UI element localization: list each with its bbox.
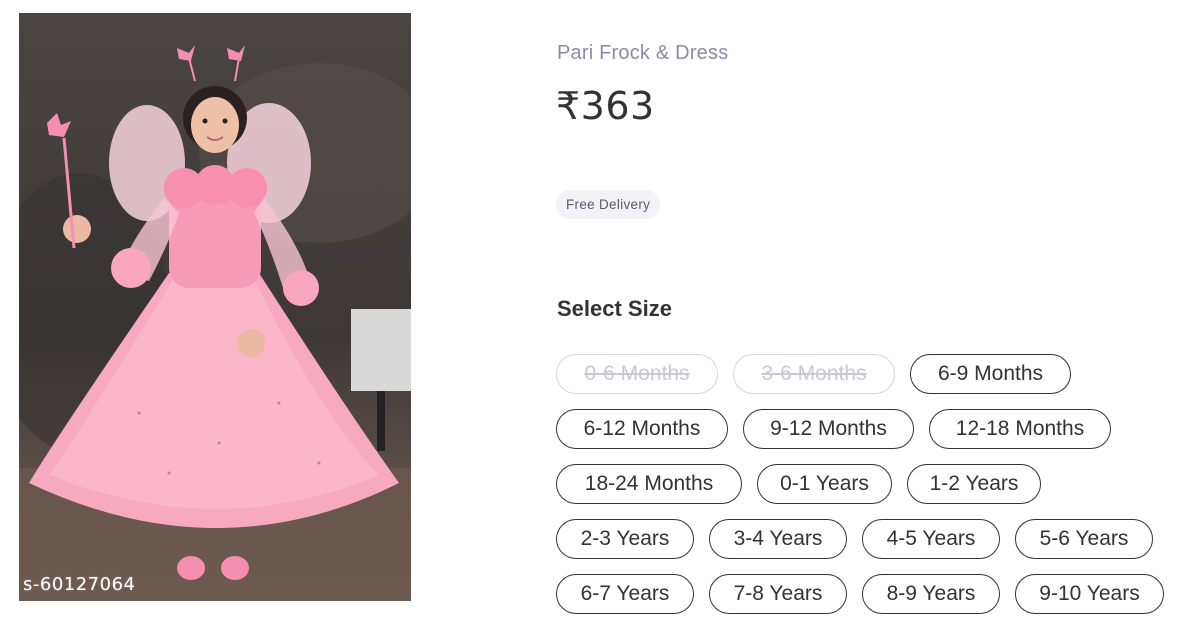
size-option-0-1-years[interactable]: 0-1 Years [757, 464, 892, 504]
size-option-12-18-months[interactable]: 12-18 Months [929, 409, 1111, 449]
size-option-3-6-months: 3-6 Months [733, 354, 895, 394]
product-photo-illustration [19, 45, 411, 601]
size-option-4-5-years[interactable]: 4-5 Years [862, 519, 1000, 559]
free-delivery-badge: Free Delivery [556, 190, 661, 219]
size-option-2-3-years[interactable]: 2-3 Years [556, 519, 694, 559]
size-option-6-7-years[interactable]: 6-7 Years [556, 574, 694, 614]
size-option-9-10-years[interactable]: 9-10 Years [1015, 574, 1164, 614]
size-option-1-2-years[interactable]: 1-2 Years [907, 464, 1041, 504]
size-option-18-24-months[interactable]: 18-24 Months [556, 464, 742, 504]
select-size-heading: Select Size [557, 296, 672, 321]
product-price: ₹363 [556, 84, 655, 128]
size-option-5-6-years[interactable]: 5-6 Years [1015, 519, 1153, 559]
product-title: Pari Frock & Dress [557, 42, 729, 64]
size-option-7-8-years[interactable]: 7-8 Years [709, 574, 847, 614]
size-option-0-6-months: 0-6 Months [556, 354, 718, 394]
image-watermark-id: s-60127064 [23, 574, 136, 595]
size-option-6-9-months[interactable]: 6-9 Months [910, 354, 1071, 394]
size-option-9-12-months[interactable]: 9-12 Months [743, 409, 914, 449]
product-details-panel: Pari Frock & Dress ₹363 Free Delivery Se… [556, 0, 1176, 619]
size-option-6-12-months[interactable]: 6-12 Months [556, 409, 728, 449]
size-option-3-4-years[interactable]: 3-4 Years [709, 519, 847, 559]
size-option-8-9-years[interactable]: 8-9 Years [862, 574, 1000, 614]
product-image[interactable]: s-60127064 [19, 13, 411, 601]
